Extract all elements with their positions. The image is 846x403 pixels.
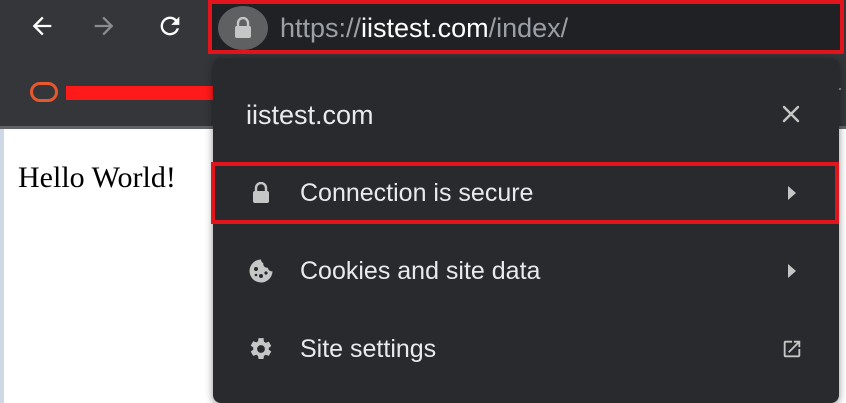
site-info-popup: iistest.com Connection is secure Cookies…: [211, 58, 839, 403]
address-bar[interactable]: https://iistest.com/index/: [208, 0, 844, 54]
cookies-site-data-label: Cookies and site data: [300, 256, 541, 285]
back-button[interactable]: [22, 8, 62, 44]
window-left-edge: [0, 129, 4, 403]
site-settings-item[interactable]: Site settings: [213, 318, 839, 380]
connection-secure-label: Connection is secure: [300, 178, 534, 207]
arrow-left-icon: [32, 16, 52, 36]
redaction-bar: [66, 86, 216, 100]
site-settings-label: Site settings: [300, 334, 437, 363]
site-info-button[interactable]: [218, 6, 268, 50]
url-scheme: https://: [280, 13, 362, 43]
close-icon: [782, 105, 800, 123]
popup-close-button[interactable]: [775, 98, 807, 130]
external-link-icon: [779, 336, 805, 362]
gear-icon: [247, 335, 275, 363]
bookmark-favicon-icon[interactable]: [30, 82, 58, 102]
connection-secure-item[interactable]: Connection is secure: [211, 162, 839, 224]
url-text: https://iistest.com/index/: [280, 8, 568, 48]
url-path: /index/: [488, 13, 569, 43]
cookies-site-data-item[interactable]: Cookies and site data: [213, 240, 839, 302]
popup-title: iistest.com: [246, 100, 374, 130]
chevron-right-icon: [785, 183, 799, 203]
browser-toolbar: https://iistest.com/index/: [0, 0, 846, 58]
url-host: iistest.com: [361, 13, 489, 43]
cookie-icon: [247, 257, 275, 285]
lock-icon: [247, 179, 275, 207]
reload-button[interactable]: [150, 8, 190, 44]
forward-button[interactable]: [84, 8, 124, 44]
chevron-right-icon: [785, 261, 799, 281]
lock-icon: [235, 17, 251, 38]
page-body-text: Hello World!: [18, 161, 176, 194]
reload-icon: [160, 16, 180, 36]
arrow-right-icon: [94, 16, 114, 36]
